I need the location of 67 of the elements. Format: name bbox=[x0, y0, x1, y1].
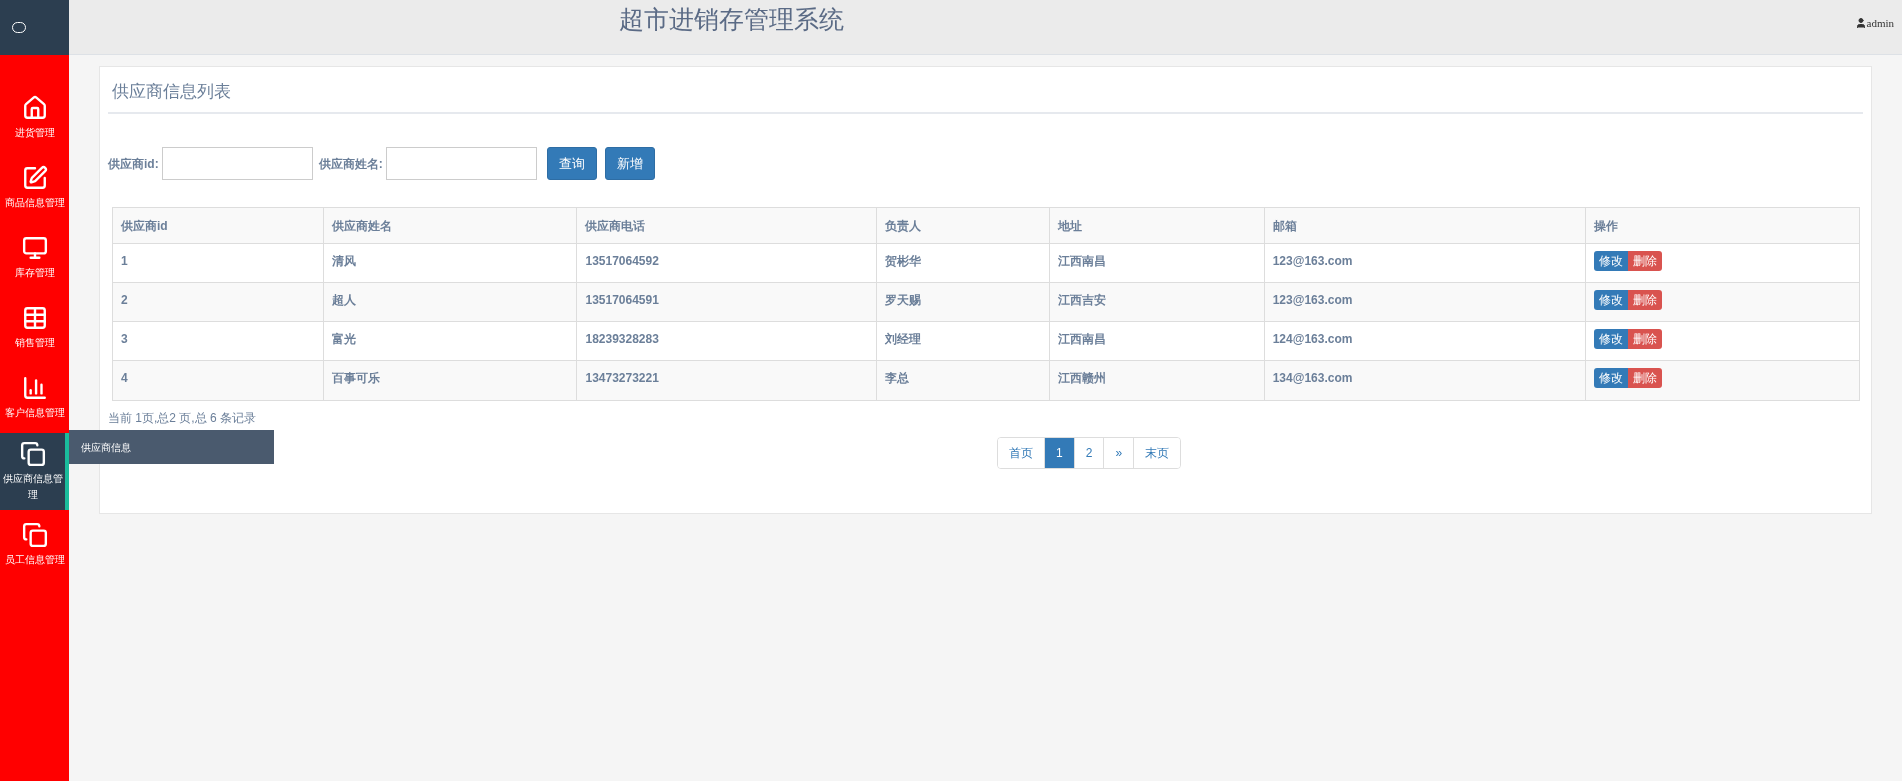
edit-button[interactable]: 修改 bbox=[1594, 290, 1629, 310]
table-cell: 李总 bbox=[877, 361, 1050, 400]
add-button[interactable]: 新增 bbox=[604, 147, 655, 180]
field-label: 供应商姓名: bbox=[318, 155, 383, 173]
table-cell: 江西吉安 bbox=[1049, 283, 1265, 321]
table-cell: 1 bbox=[113, 244, 324, 282]
delete-button[interactable]: 删除 bbox=[1628, 329, 1663, 349]
user-name[interactable]: admin bbox=[1866, 15, 1894, 32]
bar-chart-icon bbox=[21, 375, 48, 401]
home-icon bbox=[21, 95, 48, 121]
table-cell: 124@163.com bbox=[1264, 322, 1587, 360]
column-header: 供应商姓名 bbox=[323, 208, 578, 243]
column-header: 供应商id bbox=[113, 208, 324, 243]
table-cell: 富光 bbox=[323, 322, 578, 360]
edit-button[interactable]: 修改 bbox=[1594, 329, 1629, 349]
table-cell: 13517064592 bbox=[577, 244, 878, 282]
user-icon bbox=[1854, 17, 1867, 30]
table-icon bbox=[21, 305, 48, 331]
delete-button[interactable]: 删除 bbox=[1628, 290, 1663, 310]
table-cell: 123@163.com bbox=[1264, 283, 1587, 321]
table-cell: 4 bbox=[113, 361, 324, 400]
field-label: 供应商id: bbox=[108, 155, 159, 173]
table-cell: 13517064591 bbox=[577, 283, 878, 321]
column-header: 邮箱 bbox=[1264, 208, 1587, 243]
edit-button[interactable]: 修改 bbox=[1594, 251, 1629, 271]
sidebar-item[interactable]: 员工信息管理 bbox=[0, 510, 69, 580]
delete-button[interactable]: 删除 bbox=[1628, 251, 1663, 271]
table-cell: 18239328283 bbox=[577, 322, 878, 360]
table-cell: 13473273221 bbox=[577, 361, 878, 400]
query-button[interactable]: 查询 bbox=[546, 147, 597, 180]
page-link[interactable]: 1 bbox=[1044, 438, 1074, 468]
table-cell: 贺彬华 bbox=[877, 244, 1050, 282]
table-cell: 江西南昌 bbox=[1049, 322, 1265, 360]
panel-title: 供应商信息列表 bbox=[112, 80, 231, 103]
table-cell: 百事可乐 bbox=[323, 361, 578, 400]
sidebar-item[interactable]: 商品信息管理 bbox=[0, 153, 69, 223]
table-cell: 2 bbox=[113, 283, 324, 321]
column-header: 负责人 bbox=[877, 208, 1050, 243]
table-cell: 罗天赐 bbox=[877, 283, 1050, 321]
search-field[interactable] bbox=[161, 147, 313, 180]
table-cell: 134@163.com bbox=[1264, 361, 1587, 400]
search-field[interactable] bbox=[385, 147, 537, 180]
table-cell: 刘经理 bbox=[877, 322, 1050, 360]
sidebar-item[interactable]: 销售管理 bbox=[0, 293, 69, 363]
sidebar-item[interactable]: 供应商信息管理 bbox=[0, 433, 69, 510]
table-cell: 江西赣州 bbox=[1049, 361, 1265, 400]
monitor-icon bbox=[21, 235, 48, 261]
edit-icon bbox=[21, 165, 48, 191]
table-cell: 123@163.com bbox=[1264, 244, 1587, 282]
sidebar-item[interactable]: 进货管理 bbox=[0, 83, 69, 153]
column-header: 供应商电话 bbox=[577, 208, 878, 243]
table-cell: 超人 bbox=[323, 283, 578, 321]
page-link[interactable]: 末页 bbox=[1133, 438, 1181, 468]
app-title: 超市进销存管理系统 bbox=[619, 4, 844, 35]
sidebar-item[interactable]: 客户信息管理 bbox=[0, 363, 69, 433]
column-header: 地址 bbox=[1049, 208, 1265, 243]
submenu-item[interactable]: 供应商信息 bbox=[81, 439, 131, 455]
table-cell: 江西南昌 bbox=[1049, 244, 1265, 282]
edit-button[interactable]: 修改 bbox=[1594, 368, 1629, 388]
column-header: 操作 bbox=[1593, 217, 1620, 235]
delete-button[interactable]: 删除 bbox=[1628, 368, 1663, 388]
page-summary: 当前 1页,总2 页,总 6 条记录 bbox=[108, 411, 257, 425]
copy-icon bbox=[19, 440, 46, 467]
sidebar-item[interactable]: 库存管理 bbox=[0, 223, 69, 293]
table-cell: 3 bbox=[113, 322, 324, 360]
table-cell: 清风 bbox=[323, 244, 578, 282]
copy-icon bbox=[21, 522, 48, 548]
